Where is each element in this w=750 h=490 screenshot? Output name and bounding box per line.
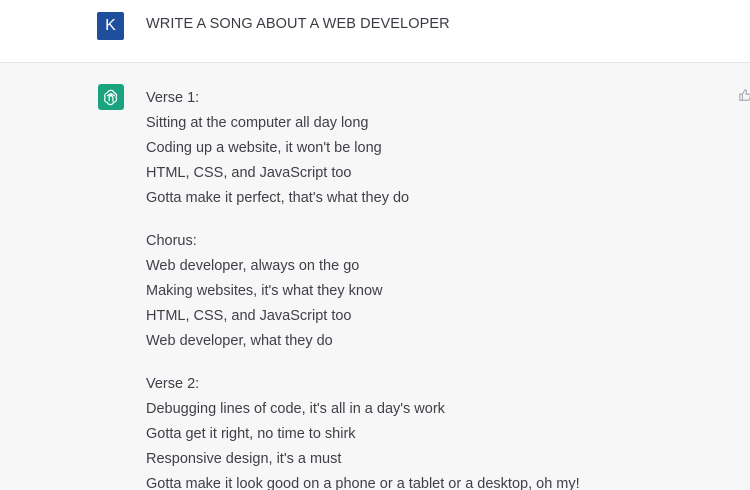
- lyric-line: HTML, CSS, and JavaScript too: [146, 308, 352, 324]
- chat-thread: K WRITE A SONG ABOUT A WEB DEVELOPER Ver…: [0, 0, 750, 490]
- user-message-text: WRITE A SONG ABOUT A WEB DEVELOPER: [146, 16, 450, 32]
- lyric-line: HTML, CSS, and JavaScript too: [146, 165, 352, 181]
- thumbs-up-icon[interactable]: [738, 87, 750, 103]
- openai-logo-icon: [104, 89, 118, 106]
- lyric-line: Gotta get it right, no time to shirk: [146, 426, 356, 442]
- lyric-line: Web developer, always on the go: [146, 258, 360, 274]
- assistant-reply: Verse 1: Sitting at the computer all day…: [146, 89, 580, 490]
- lyric-line: Gotta make it look good on a phone or a …: [146, 476, 580, 490]
- user-avatar: K: [97, 12, 124, 40]
- assistant-message-row: Verse 1: Sitting at the computer all day…: [0, 63, 750, 490]
- lyric-line: Debugging lines of code, it's all in a d…: [146, 401, 445, 417]
- lyric-line: Sitting at the computer all day long: [146, 115, 369, 131]
- lyric-line: Gotta make it perfect, that's what they …: [146, 190, 410, 206]
- lyric-line: Web developer, what they do: [146, 333, 333, 349]
- user-message-row: K WRITE A SONG ABOUT A WEB DEVELOPER: [0, 0, 750, 63]
- verse1-heading: Verse 1:: [146, 90, 200, 106]
- lyric-line: Responsive design, it's a must: [146, 451, 342, 467]
- lyric-line: Coding up a website, it won't be long: [146, 140, 382, 156]
- chorus-heading: Chorus:: [146, 233, 197, 249]
- lyric-line: Making websites, it's what they know: [146, 283, 383, 299]
- assistant-avatar: [98, 84, 124, 110]
- stanza-spacer: [146, 214, 580, 232]
- stanza-spacer: [146, 357, 580, 375]
- verse2-heading: Verse 2:: [146, 376, 200, 392]
